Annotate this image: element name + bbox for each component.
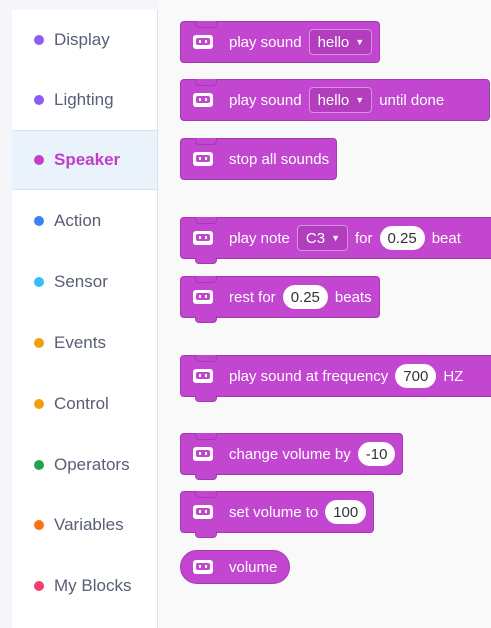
robot-face-icon: [191, 149, 215, 169]
robot-face-icon: [191, 366, 215, 386]
block-notch: [195, 217, 217, 224]
category-dot-icon: [34, 520, 44, 530]
frequency-input[interactable]: 700: [395, 364, 437, 388]
category-dot-icon: [34, 399, 44, 409]
block-notch: [195, 79, 217, 86]
block-set-volume[interactable]: set volume to 100: [180, 491, 375, 538]
volume-change-input[interactable]: -10: [357, 442, 396, 466]
dropdown-value: hello: [317, 91, 350, 109]
robot-face-icon: [191, 502, 215, 522]
category-label: Variables: [54, 515, 124, 534]
category-sidebar: Display Lighting Speaker Action Sensor E…: [12, 10, 158, 628]
category-dot-icon: [34, 338, 44, 348]
robot-face-icon: [191, 287, 215, 307]
category-label: Action: [54, 211, 102, 230]
block-play-sound-until-done[interactable]: play sound hello ▼ until done: [180, 79, 490, 121]
robot-face-icon: [191, 90, 215, 110]
block-text: rest for: [229, 288, 276, 306]
rest-beats-input[interactable]: 0.25: [282, 285, 328, 309]
block-bump: [195, 257, 217, 264]
category-dot-icon: [34, 95, 44, 105]
block-bump: [195, 473, 217, 480]
category-dot-icon: [34, 581, 44, 591]
block-notch: [195, 491, 217, 498]
block-text: until done: [379, 91, 445, 109]
sound-dropdown[interactable]: hello ▼: [308, 29, 373, 55]
category-speaker[interactable]: Speaker: [12, 130, 157, 190]
caret-down-icon: ▼: [331, 233, 340, 243]
block-bump: [195, 316, 217, 323]
beats-input[interactable]: 0.25: [379, 226, 425, 250]
category-events[interactable]: Events: [12, 313, 157, 373]
caret-down-icon: ▼: [355, 95, 365, 105]
category-dot-icon: [34, 277, 44, 287]
category-label: Display: [54, 30, 110, 49]
block-stop-all-sounds[interactable]: stop all sounds: [180, 138, 338, 180]
robot-face-icon: [191, 557, 215, 577]
robot-face-icon: [191, 32, 215, 52]
block-text: beats: [334, 288, 372, 306]
block-text: play sound at frequency: [229, 367, 389, 385]
block-rest-for[interactable]: rest for 0.25 beats: [180, 276, 380, 323]
block-text: change volume by: [229, 445, 351, 463]
category-dot-icon: [34, 460, 44, 470]
caret-down-icon: ▼: [355, 37, 365, 47]
category-operators[interactable]: Operators: [12, 435, 157, 495]
block-notch: [195, 21, 217, 28]
category-control[interactable]: Control: [12, 374, 157, 434]
block-bump: [195, 531, 217, 538]
block-bump: [195, 395, 217, 402]
category-display[interactable]: Display: [12, 10, 157, 70]
block-play-note[interactable]: play note C3 ▼ for 0.25 beat: [180, 217, 491, 264]
category-dot-icon: [34, 155, 44, 165]
dropdown-value: C3: [305, 229, 326, 247]
block-notch: [195, 355, 217, 362]
category-dot-icon: [34, 35, 44, 45]
category-sensor[interactable]: Sensor: [12, 252, 157, 312]
category-label: Operators: [54, 455, 130, 474]
category-lighting[interactable]: Lighting: [12, 70, 157, 130]
robot-face-icon: [191, 228, 215, 248]
category-action[interactable]: Action: [12, 191, 157, 251]
block-text: HZ: [443, 367, 464, 385]
block-text: stop all sounds: [229, 150, 330, 168]
volume-set-input[interactable]: 100: [325, 500, 367, 524]
block-text: play note: [229, 229, 290, 247]
block-text: beat: [431, 229, 461, 247]
category-label: My Blocks: [54, 576, 132, 595]
block-notch: [195, 138, 217, 145]
sound-dropdown[interactable]: hello ▼: [308, 87, 373, 113]
robot-face-icon: [191, 444, 215, 464]
note-dropdown[interactable]: C3 ▼: [296, 225, 348, 251]
category-my-blocks[interactable]: My Blocks: [12, 556, 157, 616]
dropdown-value: hello: [317, 33, 350, 51]
block-text: volume: [229, 558, 278, 576]
category-label: Events: [54, 333, 106, 352]
block-text: play sound: [229, 91, 302, 109]
category-label: Speaker: [54, 150, 121, 169]
block-palette: play sound hello ▼ play sound hello ▼ un…: [158, 0, 491, 628]
block-play-frequency[interactable]: play sound at frequency 700 HZ: [180, 355, 491, 402]
category-variables[interactable]: Variables: [12, 495, 157, 555]
block-notch: [195, 276, 217, 283]
category-label: Lighting: [54, 90, 114, 109]
category-label: Control: [54, 394, 109, 413]
block-text: for: [355, 229, 373, 247]
block-change-volume[interactable]: change volume by -10: [180, 433, 404, 480]
block-play-sound[interactable]: play sound hello ▼: [180, 21, 381, 63]
block-volume-reporter[interactable]: volume: [180, 550, 291, 584]
block-text: play sound: [229, 33, 302, 51]
block-notch: [195, 433, 217, 440]
block-text: set volume to: [229, 503, 319, 521]
category-dot-icon: [34, 216, 44, 226]
category-label: Sensor: [54, 272, 108, 291]
